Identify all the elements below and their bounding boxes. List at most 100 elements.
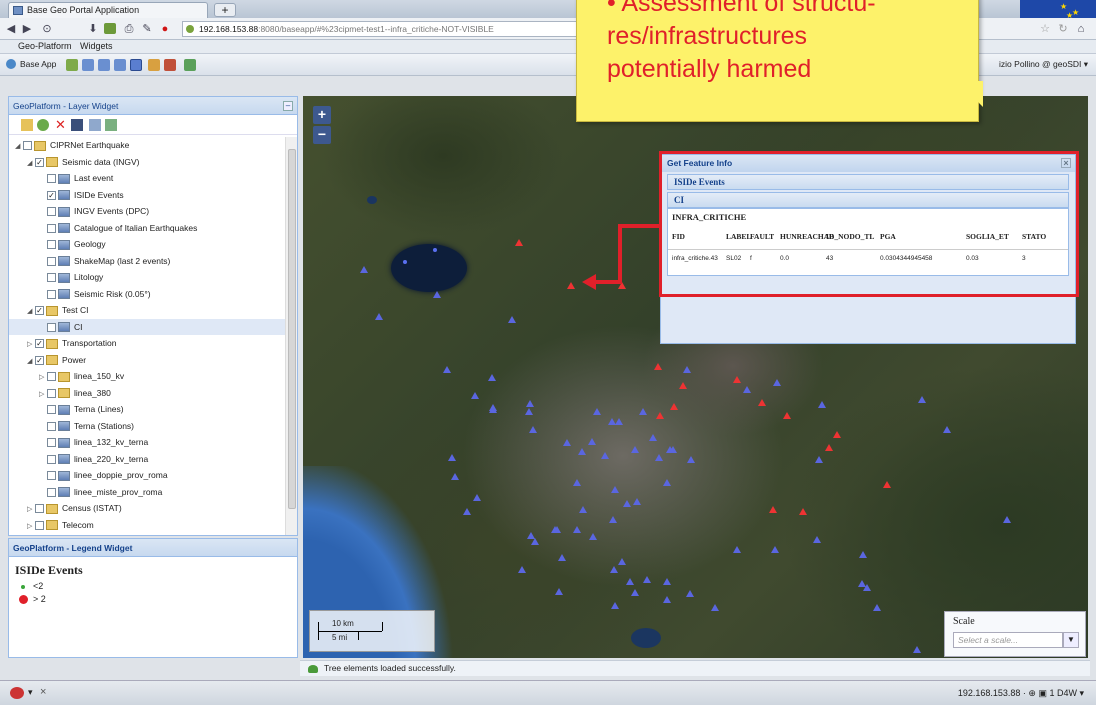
harmed-ci-marker-icon[interactable] (670, 403, 678, 410)
layer-checkbox[interactable] (47, 372, 56, 382)
record-icon[interactable]: ● (158, 21, 172, 37)
ci-marker-icon[interactable] (578, 448, 586, 455)
layer-checkbox[interactable] (47, 421, 56, 431)
ci-marker-icon[interactable] (913, 646, 921, 653)
tree-item[interactable]: ◢ ✓ Power (9, 352, 287, 368)
event-marker-icon[interactable] (433, 248, 437, 252)
ci-marker-icon[interactable] (609, 516, 617, 523)
ci-marker-icon[interactable] (666, 446, 674, 453)
ci-marker-icon[interactable] (813, 536, 821, 543)
layer-checkbox[interactable] (35, 504, 44, 514)
ci-marker-icon[interactable] (579, 506, 587, 513)
ci-marker-icon[interactable] (529, 426, 537, 433)
ci-marker-icon[interactable] (873, 604, 881, 611)
ci-marker-icon[interactable] (631, 589, 639, 596)
ci-marker-icon[interactable] (433, 291, 441, 298)
ci-marker-icon[interactable] (733, 546, 741, 553)
tree-item[interactable]: ▷ linea_150_kv (9, 368, 287, 384)
ci-marker-icon[interactable] (508, 316, 516, 323)
info-tool-icon[interactable] (130, 59, 142, 71)
properties-icon[interactable] (89, 119, 101, 131)
ci-marker-icon[interactable] (686, 590, 694, 597)
addon-icon[interactable] (104, 23, 116, 34)
ci-marker-icon[interactable] (443, 366, 451, 373)
ci-marker-icon[interactable] (448, 454, 456, 461)
layer-checkbox[interactable]: ✓ (47, 190, 56, 200)
ci-marker-icon[interactable] (649, 434, 657, 441)
layer-checkbox[interactable] (47, 388, 56, 398)
addon-button-icon[interactable] (10, 687, 24, 699)
ci-marker-icon[interactable] (815, 456, 823, 463)
tree-item[interactable]: Litology (9, 269, 287, 285)
tree-item[interactable]: ✓ ISIDe Events (9, 187, 287, 203)
layer-checkbox[interactable] (47, 405, 56, 415)
layer-checkbox[interactable] (47, 487, 56, 497)
back-arrow-icon[interactable]: ◀ (4, 21, 18, 37)
reload-icon[interactable]: ↻ (1056, 21, 1070, 37)
layer-checkbox[interactable]: ✓ (35, 355, 44, 365)
layer-checkbox[interactable] (47, 256, 56, 266)
tree-item[interactable]: ◢ ✓ Test CI (9, 302, 287, 318)
tree-item[interactable]: Geology (9, 236, 287, 252)
ci-marker-icon[interactable] (639, 408, 647, 415)
ci-marker-icon[interactable] (618, 558, 626, 565)
ci-marker-icon[interactable] (1003, 516, 1011, 523)
ci-marker-icon[interactable] (573, 526, 581, 533)
ci-marker-icon[interactable] (488, 374, 496, 381)
zoom-in-tool-icon[interactable] (66, 59, 78, 71)
menu-widgets[interactable]: Widgets (80, 41, 113, 51)
ci-marker-icon[interactable] (633, 498, 641, 505)
harmed-ci-marker-icon[interactable] (656, 412, 664, 419)
zoom-out-tool-icon[interactable] (82, 59, 94, 71)
layer-checkbox[interactable] (47, 273, 56, 283)
home-icon[interactable]: ⌂ (1074, 21, 1088, 37)
menu-geo-platform[interactable]: Geo-Platform (18, 41, 72, 51)
tree-item[interactable]: linea_220_kv_terna (9, 451, 287, 467)
layer-checkbox[interactable] (23, 141, 32, 151)
tree-item[interactable]: Seismic Risk (0.05°) (9, 286, 287, 302)
base-app-button[interactable]: Base App (20, 59, 56, 69)
scrollbar-thumb[interactable] (288, 149, 296, 509)
ci-marker-icon[interactable] (610, 566, 618, 573)
zoom-next-icon[interactable] (114, 59, 126, 71)
tree-item[interactable]: linee_miste_prov_roma (9, 484, 287, 500)
browser-tab[interactable]: Base Geo Portal Application (8, 2, 208, 18)
tree-item[interactable]: INGV Events (DPC) (9, 203, 287, 219)
ci-marker-icon[interactable] (655, 454, 663, 461)
layer-checkbox[interactable] (47, 454, 56, 464)
ci-marker-icon[interactable] (527, 532, 535, 539)
tree-item[interactable]: ◢ ✓ Seismic data (INGV) (9, 154, 287, 170)
download-icon[interactable]: ⬇ (86, 21, 100, 37)
harmed-ci-marker-icon[interactable] (833, 431, 841, 438)
ci-marker-icon[interactable] (663, 596, 671, 603)
tree-item[interactable]: ▷ Census (ISTAT) (9, 500, 287, 516)
tree-item[interactable]: Last event (9, 170, 287, 186)
layer-checkbox[interactable] (47, 207, 56, 217)
ci-marker-icon[interactable] (615, 418, 623, 425)
ci-marker-icon[interactable] (555, 588, 563, 595)
harmed-ci-marker-icon[interactable] (679, 382, 687, 389)
layer-tree-scrollbar[interactable] (285, 137, 297, 535)
ci-marker-icon[interactable] (551, 526, 559, 533)
harmed-ci-marker-icon[interactable] (799, 508, 807, 515)
measure-tool-icon[interactable] (148, 59, 160, 71)
layer-checkbox[interactable] (47, 471, 56, 481)
chevron-down-icon[interactable]: ▼ (1063, 632, 1079, 648)
ci-marker-icon[interactable] (526, 400, 534, 407)
layer-checkbox[interactable] (47, 240, 56, 250)
add-folder-icon[interactable] (21, 119, 33, 131)
ci-marker-icon[interactable] (626, 578, 634, 585)
save-icon[interactable] (71, 119, 83, 131)
ci-marker-icon[interactable] (623, 500, 631, 507)
close-addon-bar-icon[interactable]: × (40, 686, 46, 698)
ci-marker-icon[interactable] (525, 408, 533, 415)
ci-marker-icon[interactable] (687, 456, 695, 463)
ci-marker-icon[interactable] (518, 566, 526, 573)
tree-item[interactable]: ◢ CIPRNet Earthquake (9, 137, 287, 153)
bookmark-star-icon[interactable]: ☆ (1038, 21, 1052, 37)
new-tab-button[interactable]: + (214, 3, 236, 17)
ci-marker-icon[interactable] (375, 313, 383, 320)
layer-checkbox[interactable]: ✓ (35, 339, 44, 349)
refresh-layers-icon[interactable] (105, 119, 117, 131)
ci-marker-icon[interactable] (859, 551, 867, 558)
